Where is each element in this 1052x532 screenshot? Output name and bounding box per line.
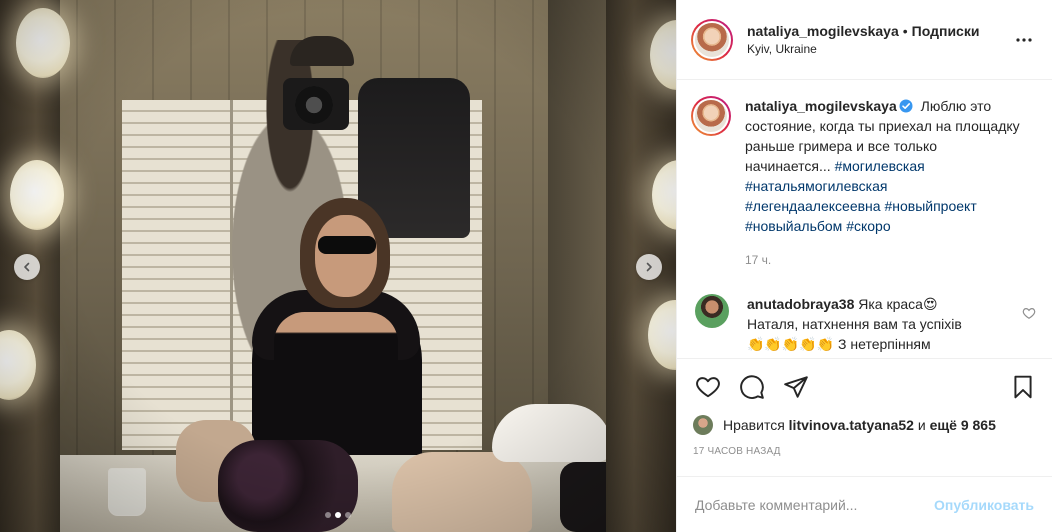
likes-prefix: Нравится xyxy=(723,417,785,433)
post-header-line: nataliya_mogilevskaya • Подписки xyxy=(747,23,1012,39)
verified-badge-icon xyxy=(899,99,913,113)
caption-author-avatar[interactable] xyxy=(691,96,731,136)
likes-and: и xyxy=(917,417,926,433)
add-comment-bar: Опубликовать xyxy=(677,476,1052,532)
carousel-dot xyxy=(345,512,351,518)
heart-icon xyxy=(696,376,720,397)
hashtag-link[interactable]: #могилевская xyxy=(835,158,925,174)
bookmark-icon xyxy=(1014,375,1032,398)
photo-vignette xyxy=(0,0,676,532)
carousel-next-button[interactable] xyxy=(636,254,662,280)
following-button[interactable]: Подписки xyxy=(912,23,980,39)
hashtag-link[interactable]: #новыйальбом xyxy=(745,218,842,234)
commenter-username[interactable]: anutadobraya38 xyxy=(747,296,854,312)
post-photo[interactable] xyxy=(0,0,676,532)
comment-body: anutadobraya38 Яка краса😍 Наталя, натхне… xyxy=(747,294,997,352)
caption-body: nataliya_mogilevskaya Люблю это состояни… xyxy=(745,96,1021,270)
chevron-left-icon xyxy=(24,262,30,272)
post-side-panel: nataliya_mogilevskaya • Подписки Kyiv, U… xyxy=(676,0,1052,532)
comment-text: 👏👏👏👏👏 З нетерпінням xyxy=(747,336,931,352)
likes-count[interactable]: ещё 9 865 xyxy=(930,417,996,433)
likes-summary: Нравится litvinova.tatyana52 и ещё 9 865 xyxy=(677,414,1052,436)
comment-like-icon[interactable] xyxy=(1022,306,1036,320)
post-location[interactable]: Kyiv, Ukraine xyxy=(747,42,1012,56)
post-header-text: nataliya_mogilevskaya • Подписки Kyiv, U… xyxy=(747,23,1012,56)
commenter-avatar[interactable] xyxy=(695,294,729,328)
carousel-indicator xyxy=(0,512,676,518)
comment-input[interactable] xyxy=(695,496,935,513)
post-actions xyxy=(677,358,1052,414)
author-username[interactable]: nataliya_mogilevskaya xyxy=(747,23,899,39)
hashtag-link[interactable]: #натальямогилевская xyxy=(745,178,887,194)
post-header: nataliya_mogilevskaya • Подписки Kyiv, U… xyxy=(677,0,1052,80)
author-avatar-image xyxy=(693,20,731,59)
comment-button[interactable] xyxy=(737,372,767,402)
comment-item: anutadobraya38 Яка краса😍 Наталя, натхне… xyxy=(691,294,1036,352)
comment-text: Яка краса😍 xyxy=(858,296,938,312)
caption-time[interactable]: 17 ч. xyxy=(745,250,1021,270)
instagram-post: nataliya_mogilevskaya • Подписки Kyiv, U… xyxy=(0,0,1052,532)
hashtag-link[interactable]: #скоро xyxy=(846,218,890,234)
share-button[interactable] xyxy=(781,372,811,402)
comment-icon xyxy=(740,374,764,399)
comments-list[interactable]: nataliya_mogilevskaya Люблю это состояни… xyxy=(677,80,1052,358)
more-options-button[interactable] xyxy=(1012,28,1036,52)
share-icon xyxy=(784,375,808,398)
comment-text: Наталя, натхнення вам та успіхів xyxy=(747,316,962,332)
hashtag-link[interactable]: #легендаалексеевна xyxy=(745,198,881,214)
carousel-prev-button[interactable] xyxy=(14,254,40,280)
more-horizontal-icon xyxy=(1016,37,1032,42)
liker-avatar[interactable] xyxy=(693,415,713,435)
caption-author-avatar-image xyxy=(693,98,729,134)
chevron-right-icon xyxy=(646,262,652,272)
header-separator: • xyxy=(902,23,908,39)
hashtag-link[interactable]: #новыйпроект xyxy=(884,198,976,214)
post-caption: nataliya_mogilevskaya Люблю это состояни… xyxy=(691,96,1036,270)
caption-username[interactable]: nataliya_mogilevskaya xyxy=(745,98,897,114)
save-button[interactable] xyxy=(1008,372,1038,402)
carousel-dot xyxy=(325,512,331,518)
post-timestamp[interactable]: 17 часов назад xyxy=(677,446,1052,466)
publish-button[interactable]: Опубликовать xyxy=(934,497,1034,513)
liker-username[interactable]: litvinova.tatyana52 xyxy=(789,417,914,433)
carousel-dot xyxy=(335,512,341,518)
author-avatar[interactable] xyxy=(691,18,733,61)
like-button[interactable] xyxy=(693,372,723,402)
